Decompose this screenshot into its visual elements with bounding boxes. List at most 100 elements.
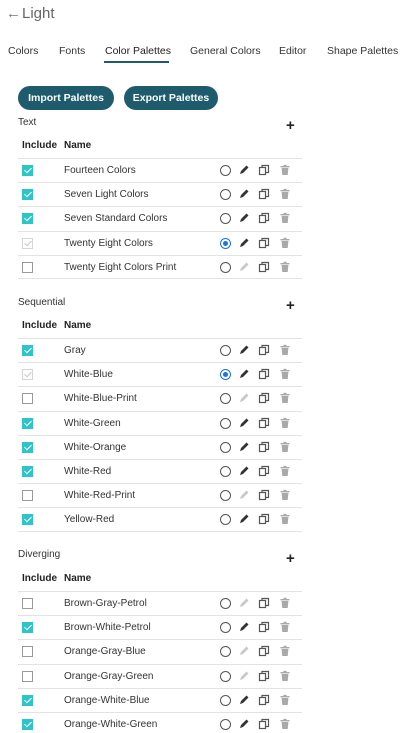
palette-row[interactable]: White-Red: [18, 458, 302, 483]
default-palette-radio[interactable]: [220, 646, 231, 658]
copy-icon[interactable]: [258, 188, 270, 200]
trash-icon[interactable]: [279, 465, 291, 477]
palette-row[interactable]: Orange-White-Green: [18, 711, 302, 733]
tab-shape-palettes[interactable]: Shape Palettes: [327, 45, 398, 57]
default-palette-radio[interactable]: [220, 598, 231, 609]
include-checkbox[interactable]: [22, 417, 33, 429]
copy-icon[interactable]: [258, 344, 270, 356]
pencil-icon[interactable]: [238, 441, 250, 453]
trash-icon[interactable]: [279, 621, 291, 633]
pencil-icon[interactable]: [238, 465, 250, 477]
copy-icon[interactable]: [258, 718, 270, 730]
default-palette-radio[interactable]: [220, 213, 231, 225]
default-palette-radio[interactable]: [220, 165, 231, 176]
default-palette-radio[interactable]: [220, 441, 231, 453]
default-palette-radio[interactable]: [220, 345, 231, 356]
default-palette-radio[interactable]: [220, 694, 231, 706]
copy-icon[interactable]: [258, 489, 270, 501]
export-palettes-button[interactable]: Export Palettes: [124, 86, 218, 110]
pencil-icon[interactable]: [238, 237, 250, 249]
trash-icon[interactable]: [279, 392, 291, 404]
include-checkbox[interactable]: [22, 490, 33, 502]
palette-row[interactable]: Orange-Gray-Blue: [18, 639, 302, 663]
trash-icon[interactable]: [279, 513, 291, 525]
palette-row[interactable]: Seven Light Colors: [18, 182, 302, 206]
trash-icon[interactable]: [279, 188, 291, 200]
copy-icon[interactable]: [258, 368, 270, 380]
copy-icon[interactable]: [258, 465, 270, 477]
trash-icon[interactable]: [279, 368, 291, 380]
trash-icon[interactable]: [279, 212, 291, 224]
include-checkbox[interactable]: [22, 514, 33, 526]
default-palette-radio[interactable]: [220, 718, 231, 730]
import-palettes-button[interactable]: Import Palettes: [18, 86, 114, 110]
trash-icon[interactable]: [279, 645, 291, 657]
copy-icon[interactable]: [258, 261, 270, 273]
copy-icon[interactable]: [258, 417, 270, 429]
trash-icon[interactable]: [279, 344, 291, 356]
default-palette-radio[interactable]: [220, 670, 231, 682]
tab-color-palettes[interactable]: Color Palettes: [105, 45, 171, 57]
palette-row[interactable]: White-Red-Print: [18, 483, 302, 507]
include-checkbox[interactable]: [22, 393, 33, 405]
trash-icon[interactable]: [279, 441, 291, 453]
include-checkbox[interactable]: [22, 694, 33, 706]
plus-icon[interactable]: +: [286, 298, 295, 313]
default-palette-radio[interactable]: [220, 237, 231, 249]
default-palette-radio[interactable]: [220, 393, 231, 405]
palette-row[interactable]: White-Green: [18, 410, 302, 435]
default-palette-radio[interactable]: [220, 514, 231, 526]
include-checkbox[interactable]: [22, 189, 33, 201]
pencil-icon[interactable]: [238, 212, 250, 224]
include-checkbox[interactable]: [22, 465, 33, 477]
pencil-icon[interactable]: [238, 344, 250, 356]
plus-icon[interactable]: +: [286, 118, 295, 133]
copy-icon[interactable]: [258, 621, 270, 633]
pencil-icon[interactable]: [238, 513, 250, 525]
include-checkbox[interactable]: [22, 261, 33, 273]
copy-icon[interactable]: [258, 212, 270, 224]
include-checkbox[interactable]: [22, 718, 33, 730]
include-checkbox[interactable]: [22, 646, 33, 658]
tab-colors[interactable]: Colors: [8, 45, 38, 57]
include-checkbox[interactable]: [22, 345, 33, 356]
palette-row[interactable]: Yellow-Red: [18, 507, 302, 532]
trash-icon[interactable]: [279, 237, 291, 249]
palette-row[interactable]: White-Blue-Print: [18, 386, 302, 410]
palette-row[interactable]: Twenty Eight Colors: [18, 230, 302, 255]
trash-icon[interactable]: [279, 718, 291, 730]
default-palette-radio[interactable]: [220, 622, 231, 634]
palette-row[interactable]: Gray: [18, 338, 302, 362]
plus-icon[interactable]: +: [286, 551, 295, 566]
trash-icon[interactable]: [279, 417, 291, 429]
include-checkbox[interactable]: [22, 165, 33, 176]
include-checkbox[interactable]: [22, 622, 33, 634]
copy-icon[interactable]: [258, 237, 270, 249]
pencil-icon[interactable]: [238, 188, 250, 200]
default-palette-radio[interactable]: [220, 189, 231, 201]
default-palette-radio[interactable]: [220, 369, 231, 381]
default-palette-radio[interactable]: [220, 417, 231, 429]
trash-icon[interactable]: [279, 694, 291, 706]
include-checkbox[interactable]: [22, 441, 33, 453]
copy-icon[interactable]: [258, 597, 270, 609]
copy-icon[interactable]: [258, 645, 270, 657]
palette-row[interactable]: Fourteen Colors: [18, 158, 302, 182]
default-palette-radio[interactable]: [220, 465, 231, 477]
pencil-icon[interactable]: [238, 718, 250, 730]
pencil-icon[interactable]: [238, 417, 250, 429]
copy-icon[interactable]: [258, 164, 270, 176]
tab-general-colors[interactable]: General Colors: [190, 45, 261, 57]
copy-icon[interactable]: [258, 513, 270, 525]
pencil-icon[interactable]: [238, 621, 250, 633]
tab-editor[interactable]: Editor: [279, 45, 306, 57]
trash-icon[interactable]: [279, 164, 291, 176]
palette-row[interactable]: Seven Standard Colors: [18, 206, 302, 230]
default-palette-radio[interactable]: [220, 261, 231, 273]
palette-row[interactable]: Brown-White-Petrol: [18, 615, 302, 639]
copy-icon[interactable]: [258, 694, 270, 706]
copy-icon[interactable]: [258, 670, 270, 682]
palette-row[interactable]: Orange-White-Blue: [18, 687, 302, 712]
pencil-icon[interactable]: [238, 694, 250, 706]
pencil-icon[interactable]: [238, 368, 250, 380]
